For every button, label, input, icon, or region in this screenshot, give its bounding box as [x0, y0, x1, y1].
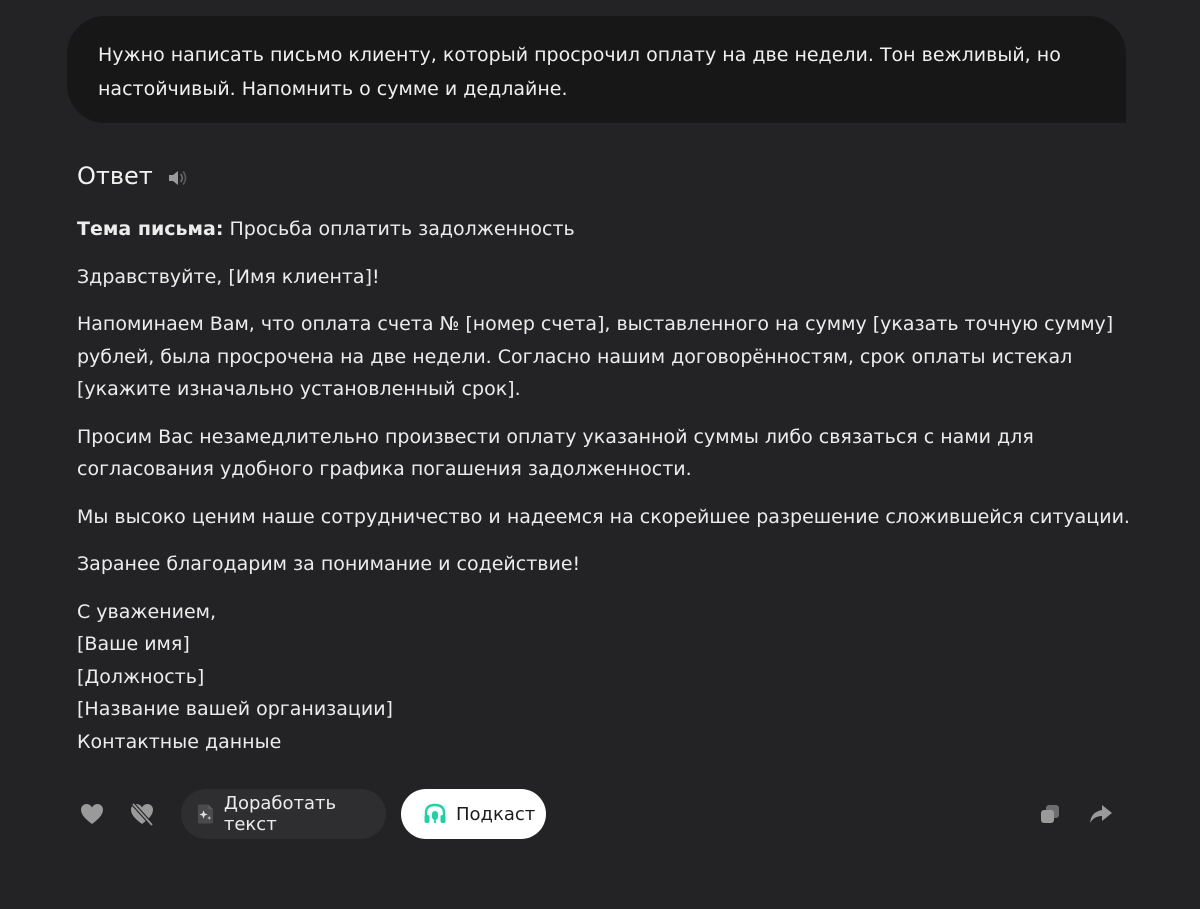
- email-paragraph: Мы высоко ценим наше сотрудничество и на…: [77, 505, 1130, 528]
- user-message-text: Нужно написать письмо клиенту, который п…: [98, 44, 1061, 100]
- refine-text-label: Доработать текст: [223, 793, 337, 835]
- heart-icon: [81, 804, 103, 824]
- copy-button[interactable]: [1035, 789, 1065, 839]
- like-button[interactable]: [77, 789, 107, 839]
- email-paragraph: Заранее благодарим за понимание и содейс…: [77, 553, 581, 575]
- signature-line: [Ваше имя]: [77, 633, 190, 655]
- email-subject-label: Тема письма:: [77, 218, 224, 240]
- dislike-button[interactable]: [127, 789, 157, 839]
- share-arrow-icon: [1090, 805, 1112, 823]
- signature-line: С уважением,: [77, 600, 217, 623]
- podcast-button[interactable]: Подкаст: [401, 789, 546, 839]
- share-button[interactable]: [1086, 789, 1116, 839]
- headphones-icon: [424, 803, 446, 823]
- speaker-icon[interactable]: [165, 165, 191, 191]
- answer-body: Тема письма: Просьба оплатить задолженно…: [77, 213, 1137, 773]
- refine-text-button[interactable]: Доработать текст: [181, 789, 386, 839]
- signature-line: [Название вашей организации]: [77, 698, 393, 720]
- podcast-label: Подкаст: [456, 803, 536, 825]
- signature-line: Контактные данные: [77, 730, 282, 753]
- email-signature: С уважением, [Ваше имя] [Должность] [Наз…: [77, 596, 1137, 759]
- email-subject-text: Просьба оплатить задолженность: [223, 218, 575, 240]
- signature-line: [Должность]: [77, 665, 205, 688]
- broken-heart-icon: [131, 802, 154, 827]
- email-subject: Тема письма: Просьба оплатить задолженно…: [77, 213, 1137, 246]
- sparkle-document-icon: [197, 804, 214, 824]
- email-paragraph: Напоминаем Вам, что оплата счета № [номе…: [77, 313, 1114, 400]
- email-paragraph: Просим Вас незамедлительно произвести оп…: [77, 425, 1034, 481]
- copy-icon: [1041, 805, 1059, 823]
- answer-toolbar: Доработать текст Подкаст: [77, 789, 1117, 839]
- email-greeting: Здравствуйте, [Имя клиента]!: [77, 265, 380, 288]
- answer-header: Ответ: [77, 160, 191, 192]
- chat-page: Нужно написать письмо клиенту, который п…: [0, 0, 1200, 909]
- user-message-bubble: Нужно написать письмо клиенту, который п…: [67, 16, 1126, 123]
- answer-title: Ответ: [77, 162, 153, 190]
